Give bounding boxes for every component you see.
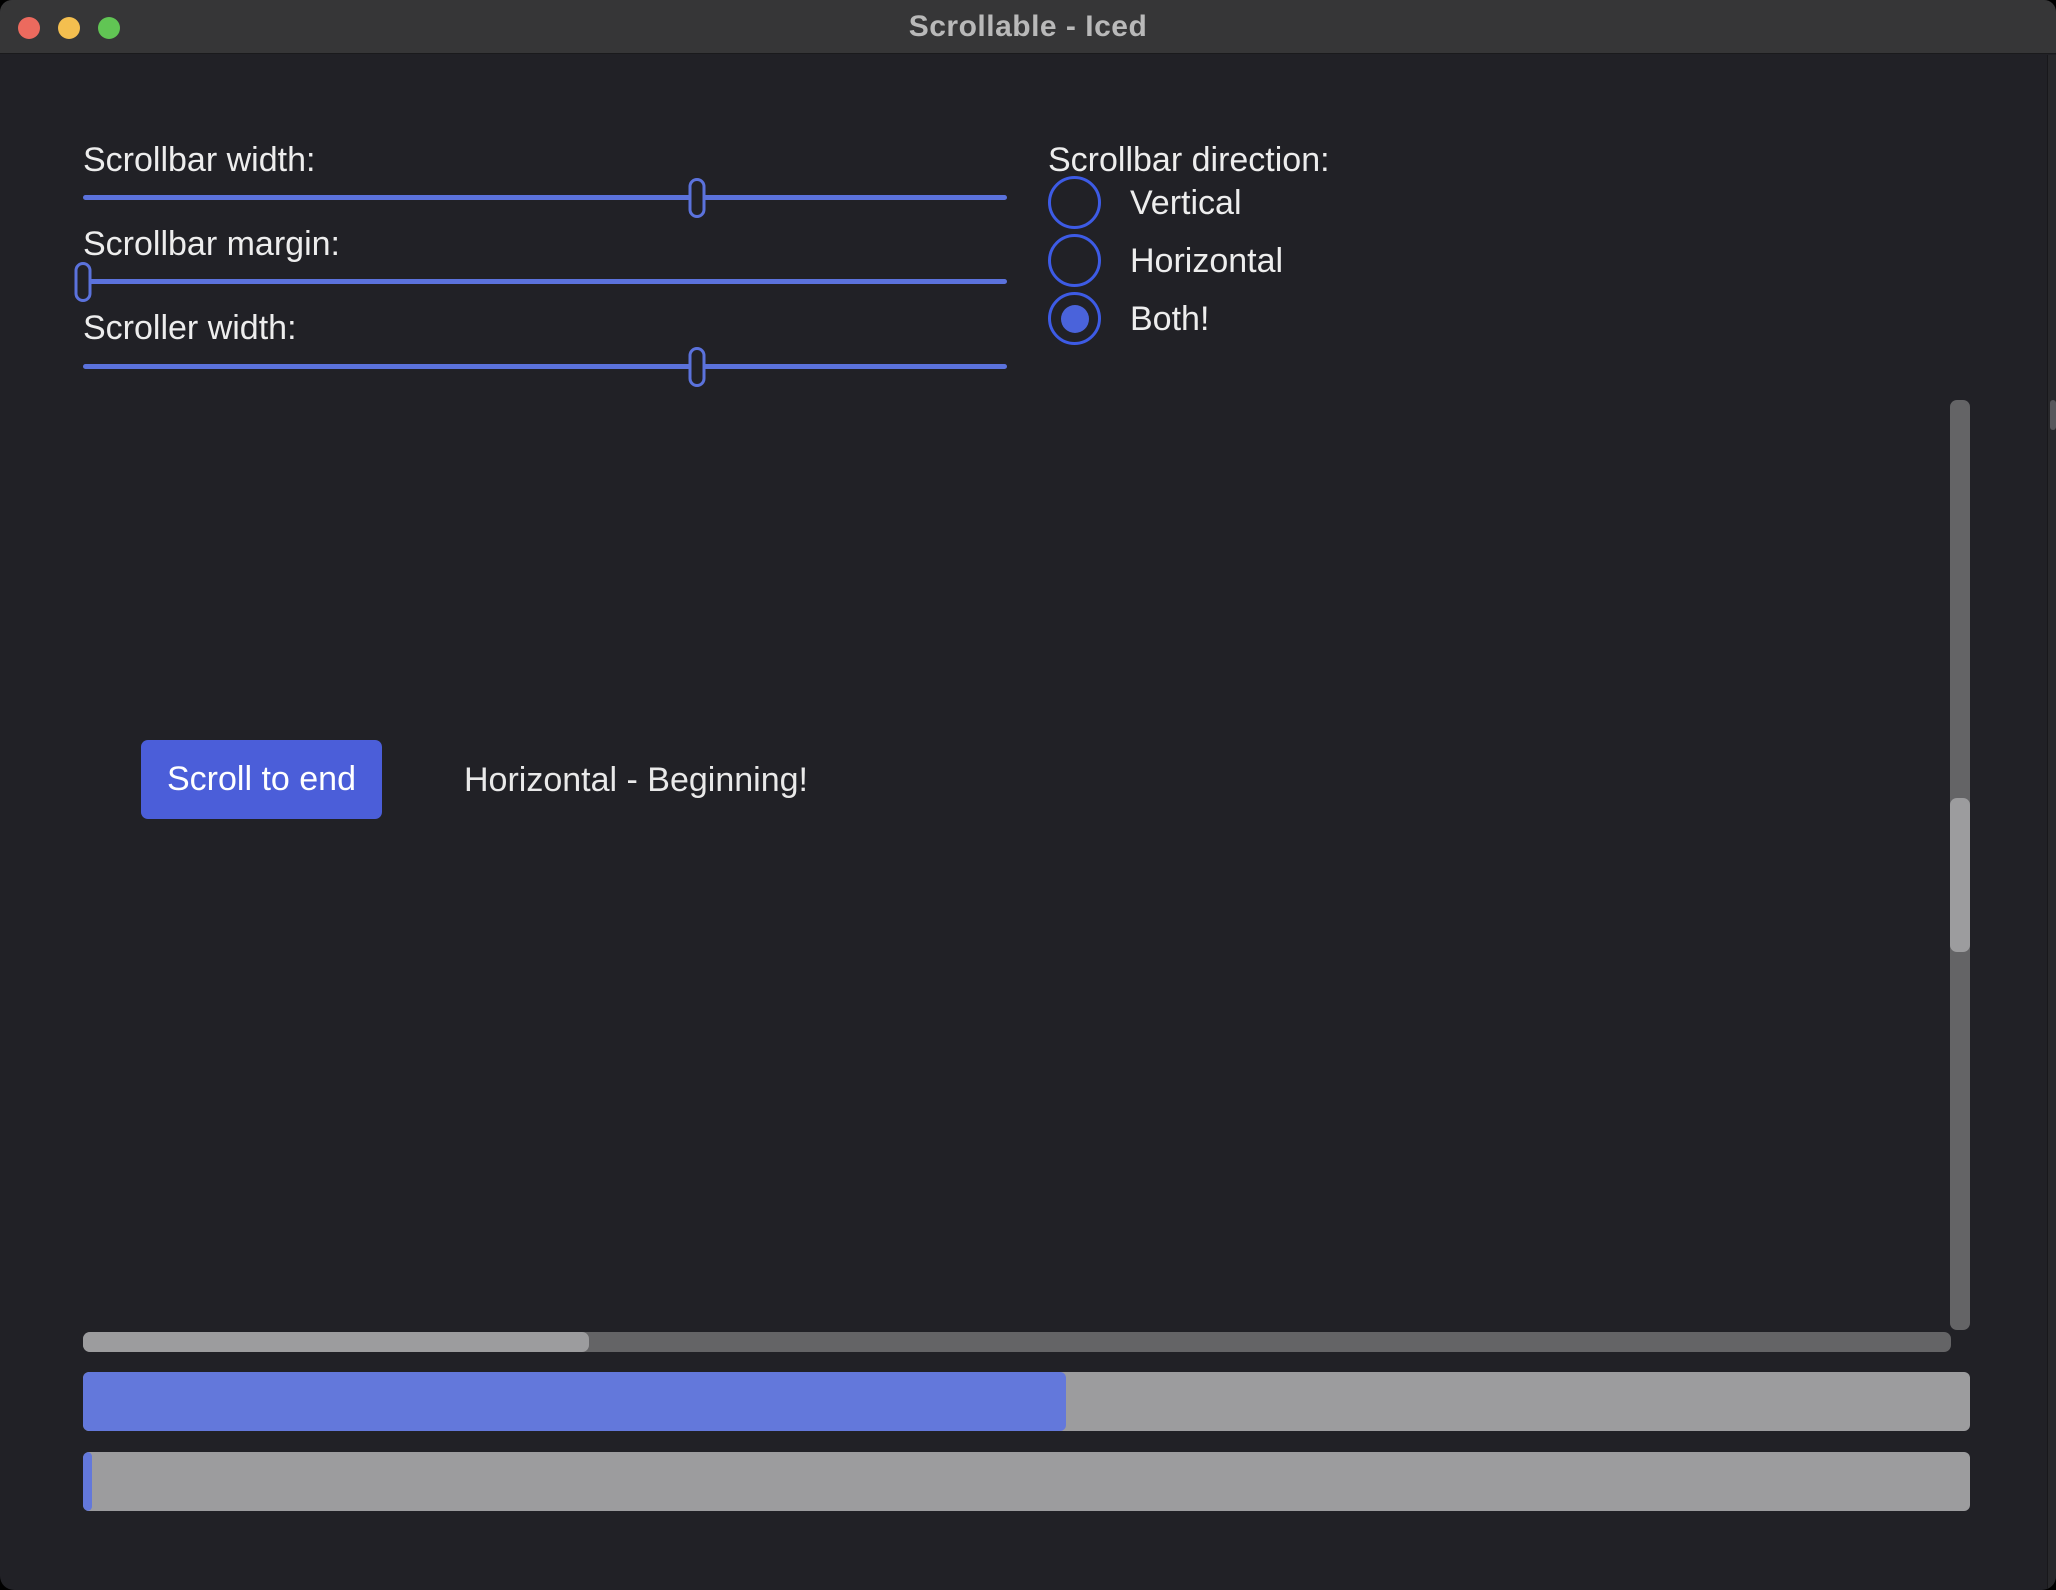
radio-circle-icon — [1048, 292, 1101, 345]
radio-both-label: Both! — [1130, 292, 1209, 345]
vertical-scroll-progressbar — [83, 1372, 1970, 1431]
scroll-status-text: Horizontal - Beginning! — [464, 758, 808, 802]
scrollbar-width-label: Scrollbar width: — [83, 138, 315, 182]
window-right-edge — [2047, 55, 2056, 1590]
radio-circle-icon — [1048, 176, 1101, 229]
app-window: Scrollable - Iced Scrollbar width: Scrol… — [0, 0, 2056, 1590]
edge-scrollbar-thumb — [2050, 400, 2056, 430]
horizontal-scrollbar-thumb[interactable] — [83, 1332, 589, 1352]
scrollbar-width-slider[interactable] — [83, 195, 1007, 200]
vertical-scroll-progress-fill — [83, 1372, 1066, 1431]
radio-dot — [1061, 305, 1089, 333]
scroller-width-slider[interactable] — [83, 364, 1007, 369]
radio-vertical-label: Vertical — [1130, 176, 1242, 229]
window-title: Scrollable - Iced — [0, 0, 2056, 54]
radio-both[interactable]: Both! — [1048, 292, 1468, 345]
scrollbar-width-slider-handle[interactable] — [689, 178, 706, 218]
horizontal-scroll-progressbar — [83, 1452, 1970, 1511]
vertical-scrollbar-thumb[interactable] — [1950, 798, 1970, 952]
horizontal-scrollbar-track[interactable] — [83, 1332, 1951, 1352]
scroller-width-slider-handle[interactable] — [689, 347, 706, 387]
radio-vertical[interactable]: Vertical — [1048, 176, 1468, 229]
horizontal-scroll-progress-fill — [83, 1452, 92, 1511]
titlebar[interactable]: Scrollable - Iced — [0, 0, 2056, 54]
radio-horizontal-label: Horizontal — [1130, 234, 1283, 287]
vertical-scrollbar-track[interactable] — [1950, 400, 1970, 1330]
radio-circle-icon — [1048, 234, 1101, 287]
scrollbar-margin-label: Scrollbar margin: — [83, 222, 340, 266]
scroller-width-label: Scroller width: — [83, 306, 297, 350]
radio-horizontal[interactable]: Horizontal — [1048, 234, 1468, 287]
scrollbar-margin-slider-handle[interactable] — [75, 262, 92, 302]
scrollbar-margin-slider[interactable] — [83, 279, 1007, 284]
scroll-to-end-button[interactable]: Scroll to end — [141, 740, 382, 819]
